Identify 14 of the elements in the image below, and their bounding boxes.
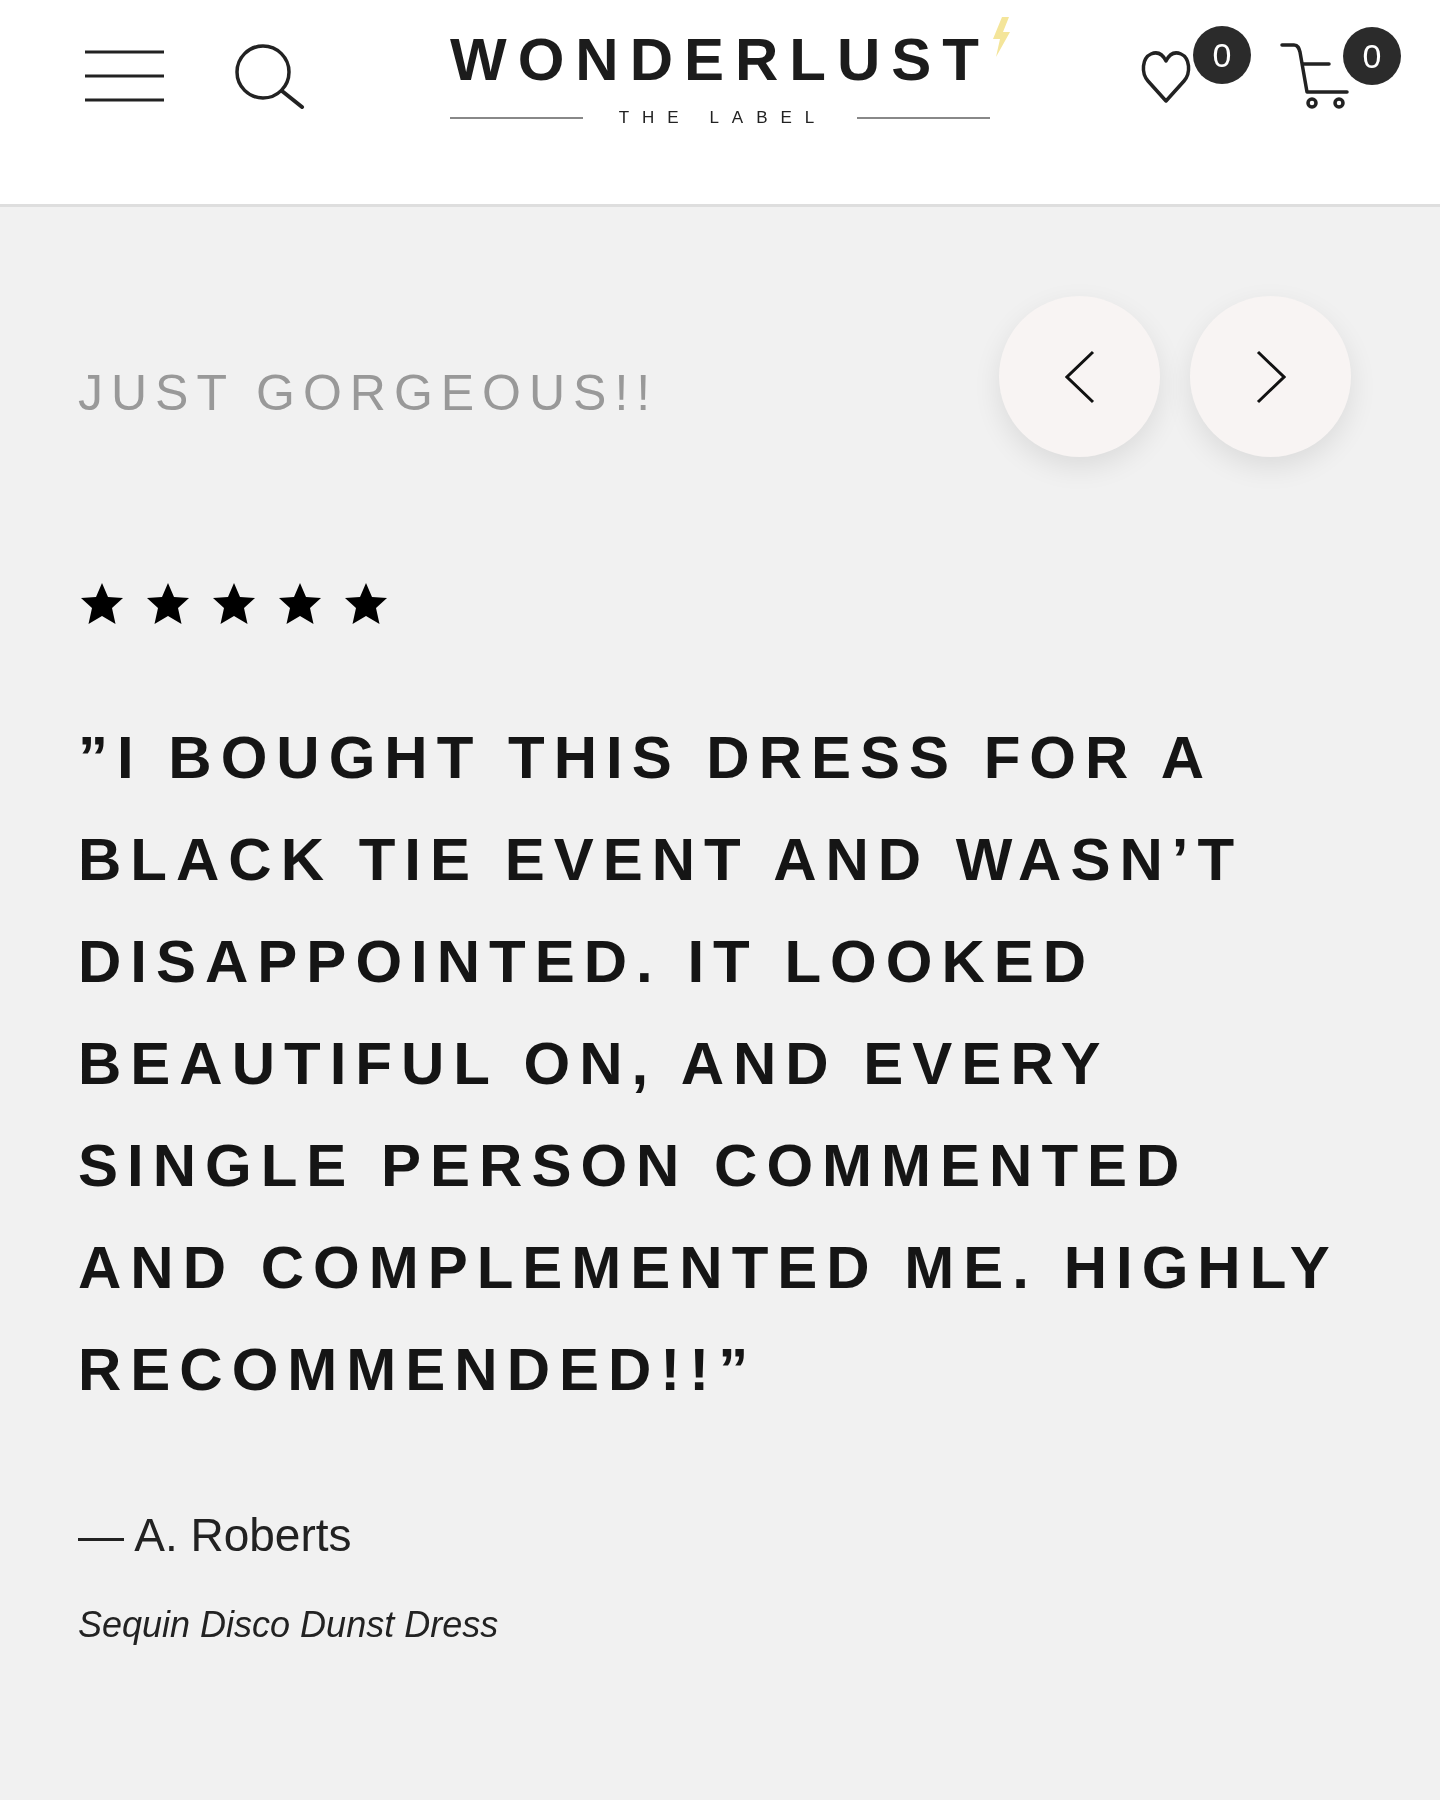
cart-count: 0 [1343,27,1401,85]
cart-icon[interactable] [1279,40,1352,110]
product-name[interactable]: Sequin Disco Dunst Dress [78,1603,499,1646]
logo-tagline: THE LABEL [617,109,828,126]
chevron-right-icon [1255,349,1286,404]
review-author: — A. Roberts [78,1508,352,1563]
review-title: JUST GORGEOUS!! [78,368,659,418]
review-quote: ”I BOUGHT THIS DRESS FOR A BLACK TIE EVENT AND WASN’T DISAPPOINTED. IT LOOKED BEAUTIFUL ON, AND EVERY SINGLE PERSON COMMENTED AND COMPLEMENTED ME. HIGHLY RECOMMENDED!!” [78,723,1339,1405]
wishlist-count: 0 [1193,26,1251,84]
lightning-bolt-icon [990,17,1012,57]
search-icon[interactable] [233,42,305,109]
menu-icon[interactable] [85,49,164,102]
chevron-left-icon [1064,349,1095,404]
logo-wordmark[interactable]: WONDERLUST [450,30,990,90]
